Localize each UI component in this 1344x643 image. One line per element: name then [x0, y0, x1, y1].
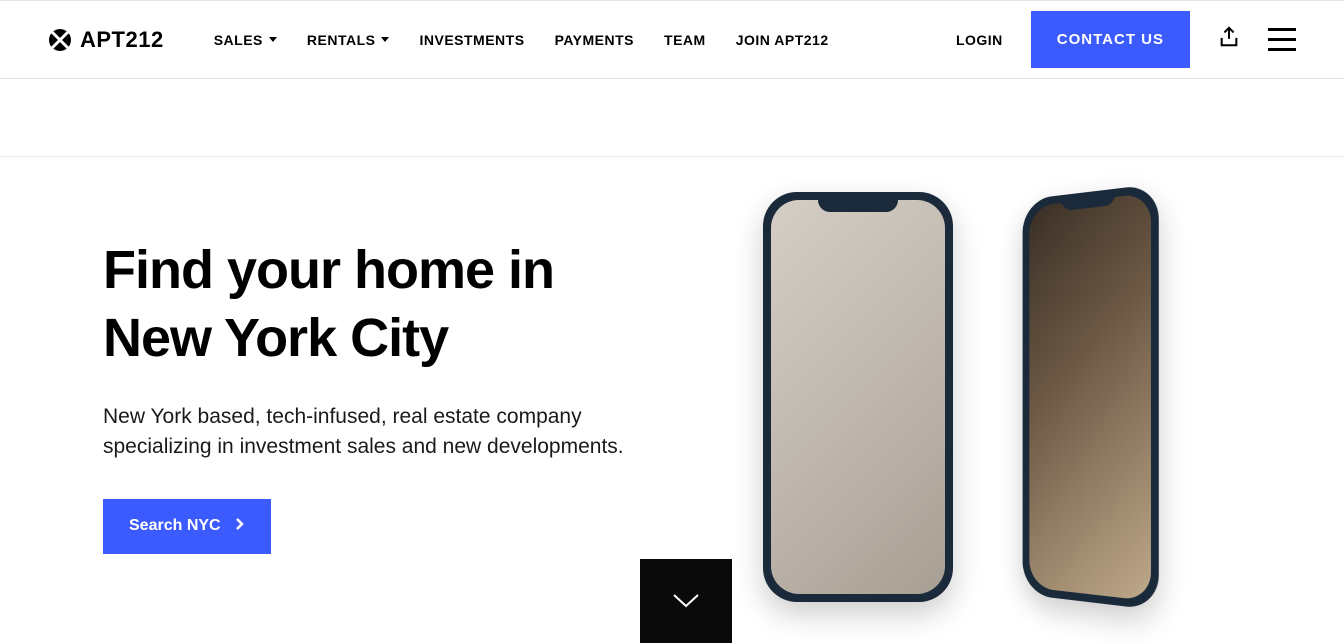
- nav-sales[interactable]: SALES: [214, 32, 277, 48]
- chevron-down-icon: [672, 593, 700, 609]
- nav-payments-label: PAYMENTS: [555, 32, 634, 48]
- hero-subtitle: New York based, tech-infused, real estat…: [103, 402, 643, 463]
- hero-spacer: [0, 79, 1344, 157]
- share-icon[interactable]: [1218, 26, 1240, 53]
- hero-title: Find your home in New York City: [103, 237, 643, 372]
- main-nav: SALES RENTALS INVESTMENTS PAYMENTS TEAM …: [214, 32, 956, 48]
- phone-screen: [771, 200, 945, 594]
- logo[interactable]: APT212: [48, 27, 164, 53]
- nav-investments-label: INVESTMENTS: [419, 32, 524, 48]
- hero-content: Find your home in New York City New York…: [103, 157, 643, 642]
- phone-notch: [818, 192, 898, 212]
- contact-us-button[interactable]: CONTACT US: [1031, 11, 1190, 68]
- header-actions: LOGIN CONTACT US: [956, 11, 1296, 68]
- nav-payments[interactable]: PAYMENTS: [555, 32, 634, 48]
- hero-phones: [643, 157, 1344, 642]
- menu-icon[interactable]: [1268, 28, 1296, 51]
- nav-sales-label: SALES: [214, 32, 263, 48]
- phone-screen: [1029, 193, 1151, 601]
- scroll-down-button[interactable]: [640, 559, 732, 643]
- login-link[interactable]: LOGIN: [956, 32, 1003, 48]
- phone-mockup-1: [763, 192, 953, 602]
- phone-mockup-2: [1023, 184, 1159, 611]
- caret-down-icon: [269, 37, 277, 42]
- main-header: APT212 SALES RENTALS INVESTMENTS PAYMENT…: [0, 1, 1344, 79]
- caret-down-icon: [381, 37, 389, 42]
- logo-text: APT212: [80, 27, 164, 53]
- nav-join[interactable]: JOIN APT212: [736, 32, 829, 48]
- chevron-right-icon: [235, 517, 245, 536]
- logo-icon: [48, 28, 72, 52]
- nav-join-label: JOIN APT212: [736, 32, 829, 48]
- nav-team-label: TEAM: [664, 32, 706, 48]
- nav-rentals-label: RENTALS: [307, 32, 376, 48]
- nav-team[interactable]: TEAM: [664, 32, 706, 48]
- nav-investments[interactable]: INVESTMENTS: [419, 32, 524, 48]
- search-nyc-button[interactable]: Search NYC: [103, 499, 271, 554]
- search-nyc-label: Search NYC: [129, 517, 221, 535]
- nav-rentals[interactable]: RENTALS: [307, 32, 390, 48]
